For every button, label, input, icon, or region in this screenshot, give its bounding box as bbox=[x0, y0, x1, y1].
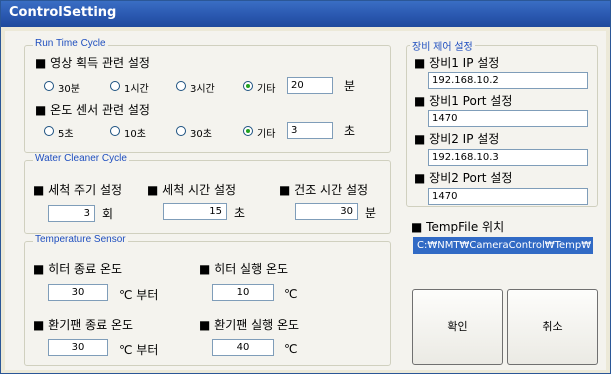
device2-ip-input[interactable]: 192.168.10.3 bbox=[428, 149, 588, 166]
fan-end-temp-unit: ℃ 부터 bbox=[119, 343, 159, 357]
device2-ip-label: ■ 장비2 IP 설정 bbox=[414, 132, 500, 146]
device2-port-label: ■ 장비2 Port 설정 bbox=[414, 171, 513, 185]
tempfile-path-input[interactable]: C:₩NMT₩CameraControl₩Temp₩ bbox=[413, 237, 593, 254]
wash-time-input[interactable]: 15 bbox=[163, 203, 227, 220]
wash-time-label: ■ 세척 시간 설정 bbox=[147, 183, 237, 197]
dry-time-unit: 분 bbox=[365, 206, 377, 220]
fan-run-temp-unit: ℃ bbox=[284, 342, 298, 356]
radio-image-other-label: 기타 bbox=[257, 84, 276, 95]
radio-30min-label: 30분 bbox=[58, 84, 80, 95]
wash-period-input[interactable]: 3 bbox=[48, 205, 95, 222]
device1-ip-label: ■ 장비1 IP 설정 bbox=[414, 56, 500, 70]
title-bar[interactable]: ControlSetting bbox=[1, 1, 610, 27]
device-control-legend: 장비 제어 설정 bbox=[410, 38, 475, 53]
device1-ip-input[interactable]: 192.168.10.2 bbox=[428, 72, 588, 89]
radio-image-other[interactable] bbox=[243, 81, 253, 91]
run-time-cycle-group: Run Time Cycle ■ 영상 획득 관련 설정 30분 1시간 3시간… bbox=[24, 38, 391, 153]
radio-1hour-label: 1시간 bbox=[124, 84, 149, 95]
radio-temp-other-label: 기타 bbox=[257, 129, 276, 140]
fan-run-temp-label: ■ 환기팬 실행 온도 bbox=[199, 318, 300, 332]
radio-3hour[interactable] bbox=[176, 81, 186, 91]
wash-period-unit: 회 bbox=[102, 207, 114, 221]
device1-port-input[interactable]: 1470 bbox=[428, 110, 588, 127]
temp-sensor-setting-label: ■ 온도 센서 관련 설정 bbox=[35, 103, 150, 117]
temperature-sensor-group: Temperature Sensor ■ 히터 종료 온도 30 ℃ 부터 ■ … bbox=[24, 234, 391, 366]
dry-time-label: ■ 건조 시간 설정 bbox=[279, 183, 369, 197]
device2-port-input[interactable]: 1470 bbox=[428, 188, 588, 205]
heater-run-temp-input[interactable]: 10 bbox=[212, 284, 274, 301]
radio-5sec-label: 5초 bbox=[58, 129, 74, 140]
confirm-button[interactable]: 확인 bbox=[412, 289, 503, 365]
temperature-sensor-legend: Temperature Sensor bbox=[33, 234, 128, 245]
dry-time-input[interactable]: 30 bbox=[295, 203, 358, 220]
tempfile-location-label: ■ TempFile 위치 bbox=[411, 220, 505, 234]
run-time-cycle-legend: Run Time Cycle bbox=[33, 38, 108, 49]
water-cleaner-cycle-legend: Water Cleaner Cycle bbox=[33, 153, 129, 164]
radio-1hour[interactable] bbox=[110, 81, 120, 91]
fan-run-temp-input[interactable]: 40 bbox=[212, 339, 274, 356]
wash-time-unit: 초 bbox=[234, 206, 246, 220]
radio-10sec[interactable] bbox=[110, 126, 120, 136]
window-client-area: Run Time Cycle ■ 영상 획득 관련 설정 30분 1시간 3시간… bbox=[5, 31, 606, 370]
cancel-button[interactable]: 취소 bbox=[507, 289, 598, 365]
heater-run-temp-label: ■ 히터 실행 온도 bbox=[199, 262, 289, 276]
radio-10sec-label: 10초 bbox=[124, 129, 146, 140]
heater-end-temp-unit: ℃ 부터 bbox=[119, 288, 159, 302]
radio-30sec[interactable] bbox=[176, 126, 186, 136]
radio-temp-other[interactable] bbox=[243, 126, 253, 136]
device-control-group: 장비 제어 설정 ■ 장비1 IP 설정 192.168.10.2 ■ 장비1 … bbox=[406, 38, 598, 207]
image-interval-unit: 분 bbox=[344, 79, 356, 93]
heater-run-temp-unit: ℃ bbox=[284, 287, 298, 301]
radio-5sec[interactable] bbox=[44, 126, 54, 136]
heater-end-temp-label: ■ 히터 종료 온도 bbox=[33, 262, 123, 276]
radio-30min[interactable] bbox=[44, 81, 54, 91]
temp-interval-input[interactable]: 3 bbox=[287, 122, 333, 139]
image-interval-input[interactable]: 20 bbox=[287, 77, 333, 94]
wash-period-label: ■ 세척 주기 설정 bbox=[33, 183, 123, 197]
radio-3hour-label: 3시간 bbox=[190, 84, 215, 95]
control-setting-window: ControlSetting Run Time Cycle ■ 영상 획득 관련… bbox=[0, 0, 611, 374]
temp-interval-unit: 초 bbox=[344, 124, 356, 138]
fan-end-temp-label: ■ 환기팬 종료 온도 bbox=[33, 318, 134, 332]
image-acquisition-label: ■ 영상 획득 관련 설정 bbox=[35, 56, 150, 70]
radio-30sec-label: 30초 bbox=[190, 129, 212, 140]
device1-port-label: ■ 장비1 Port 설정 bbox=[414, 94, 513, 108]
heater-end-temp-input[interactable]: 30 bbox=[48, 284, 108, 301]
fan-end-temp-input[interactable]: 30 bbox=[48, 339, 108, 356]
water-cleaner-cycle-group: Water Cleaner Cycle ■ 세척 주기 설정 3 회 ■ 세척 … bbox=[24, 153, 391, 234]
window-title: ControlSetting bbox=[9, 5, 117, 20]
